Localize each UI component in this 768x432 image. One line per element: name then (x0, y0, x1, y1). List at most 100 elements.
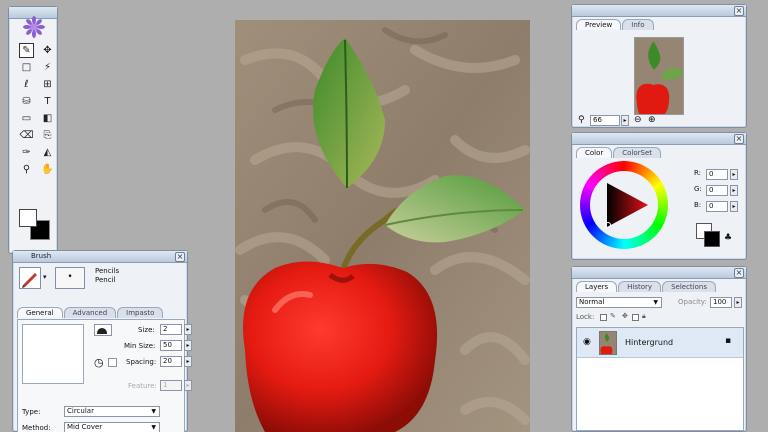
layers-titlebar[interactable]: × (572, 267, 746, 279)
preview-titlebar[interactable]: × (572, 5, 746, 17)
image-canvas[interactable] (235, 20, 530, 432)
blend-mode-value: Normal (579, 298, 605, 306)
lock-row: Lock: ✎ ✥ 🔒︎ (576, 312, 744, 325)
brush-category-dropdown-icon[interactable]: ▾ (43, 273, 47, 281)
zoom-in-icon[interactable]: ⊕ (648, 115, 656, 125)
color-tabs: Color ColorSet (572, 145, 746, 158)
color-swatches (19, 209, 53, 243)
tab-general[interactable]: General (17, 307, 63, 318)
layers-tabs: Layers History Selections (572, 279, 746, 292)
brush-close-icon[interactable]: × (175, 252, 185, 262)
foreground-color-swatch[interactable] (19, 209, 37, 227)
min-size-spin-button[interactable]: ▸ (184, 340, 192, 351)
color-wheel[interactable] (580, 161, 668, 249)
lasso-icon[interactable]: ℓ (19, 77, 34, 92)
layer-thumbnail-image (600, 332, 616, 354)
r-label: R: (694, 169, 702, 177)
brush-thumbnail[interactable] (19, 267, 41, 289)
zoom-out-icon[interactable]: ⊖ (634, 115, 642, 125)
zoom-controls: ⚲ 66 ▸ ⊖ ⊕ (576, 115, 676, 127)
method-select[interactable]: Mid Cover ▼ (64, 422, 160, 432)
layer-controls: Normal ▼ Opacity: 100 ▸ (576, 297, 744, 311)
brush-shape-picker[interactable] (94, 324, 112, 336)
tool-grid: ✎ ✥ □ ⚡ ℓ ⊞ ⛁ T ▭ ◧ ⌫ ⎘ ✑ ◭ ⚲ ✋ (19, 43, 55, 177)
layer-name[interactable]: Hintergrund (625, 338, 673, 347)
tab-color[interactable]: Color (576, 147, 613, 158)
g-spin-button[interactable]: ▸ (730, 185, 738, 196)
color-close-icon[interactable]: × (734, 134, 744, 144)
eyedropper-icon[interactable]: ✑ (19, 145, 34, 160)
layer-row[interactable]: ◉ Hintergrund ▪ (577, 328, 743, 358)
tab-history[interactable]: History (618, 281, 662, 292)
preview-close-icon[interactable]: × (734, 6, 744, 16)
tab-impasto[interactable]: Impasto (117, 307, 164, 318)
feature-input[interactable]: 1 (160, 380, 182, 391)
lock-transparency-checkbox[interactable] (600, 314, 607, 321)
move-icon[interactable]: ✥ (40, 43, 55, 58)
lock-icon[interactable]: 🔒︎ (642, 312, 646, 321)
tab-advanced[interactable]: Advanced (63, 307, 117, 318)
tools-panel: ✎ ✥ □ ⚡ ℓ ⊞ ⛁ T ▭ ◧ ⌫ ⎘ ✑ ◭ ⚲ ✋ (8, 6, 58, 254)
tab-info[interactable]: Info (622, 19, 654, 30)
tab-layers[interactable]: Layers (576, 281, 618, 292)
brush-icon[interactable]: ✎ (19, 43, 34, 58)
color-panel: × Color ColorSet R: 0 ▸ G: 0 ▸ B: 0 ▸ ♣ (571, 132, 747, 260)
rect-select-icon[interactable]: □ (19, 60, 34, 75)
brush-variant-thumbnail[interactable]: • (55, 267, 85, 289)
magic-wand-icon[interactable]: ⚡ (40, 60, 55, 75)
opacity-input[interactable]: 100 (710, 297, 732, 308)
brush-variant-label[interactable]: Pencil (95, 276, 119, 285)
tab-colorset[interactable]: ColorSet (613, 147, 662, 158)
clone-icon[interactable]: ⎘ (40, 128, 55, 143)
rectangle-shape-icon[interactable]: ▭ (19, 111, 34, 126)
b-input[interactable]: 0 (706, 201, 728, 212)
feature-label: Feature: (128, 382, 157, 390)
r-spin-button[interactable]: ▸ (730, 169, 738, 180)
crop-icon[interactable]: ⊞ (40, 77, 55, 92)
feature-spin-button[interactable]: ▸ (184, 380, 192, 391)
gradient-icon[interactable]: ◧ (40, 111, 55, 126)
eye-icon[interactable]: ◉ (583, 337, 591, 347)
min-size-input[interactable]: 50 (160, 340, 182, 351)
color-titlebar[interactable]: × (572, 133, 746, 145)
color-picker-icon[interactable]: ♣ (724, 233, 732, 243)
r-input[interactable]: 0 (706, 169, 728, 180)
zoom-input[interactable]: 66 (590, 115, 620, 126)
fill-icon[interactable]: ◭ (40, 145, 55, 160)
size-spin-button[interactable]: ▸ (184, 324, 192, 335)
spacing-input[interactable]: 20 (160, 356, 182, 367)
size-input[interactable]: 2 (160, 324, 182, 335)
method-label: Method: (22, 424, 51, 432)
tab-preview[interactable]: Preview (576, 19, 622, 30)
lock-brush-icon[interactable]: ✎ (610, 312, 616, 320)
hand-icon[interactable]: ✋ (40, 162, 55, 177)
chevron-down-icon: ▼ (151, 424, 156, 431)
chevron-down-icon: ▼ (151, 408, 156, 415)
timer-icon[interactable]: ◷ (94, 356, 104, 369)
g-input[interactable]: 0 (706, 185, 728, 196)
navigator-thumbnail[interactable] (634, 37, 684, 115)
saturation-triangle[interactable] (580, 161, 668, 249)
method-select-value: Mid Cover (67, 423, 103, 431)
layers-close-icon[interactable]: × (734, 268, 744, 278)
lock-move-icon[interactable]: ✥ (622, 312, 628, 320)
primary-color-chip[interactable] (704, 231, 720, 247)
spacing-toggle-checkbox[interactable] (108, 358, 117, 367)
layer-list: ◉ Hintergrund ▪ (576, 327, 744, 431)
zoom-icon[interactable]: ⚲ (19, 162, 34, 177)
lock-all-checkbox[interactable] (632, 314, 639, 321)
stamp-icon[interactable]: ⛁ (19, 94, 34, 109)
text-icon[interactable]: T (40, 94, 55, 109)
thumbnail-image (635, 38, 683, 114)
spacing-spin-button[interactable]: ▸ (184, 356, 192, 367)
zoom-dropdown-button[interactable]: ▸ (621, 115, 629, 126)
brush-category-label[interactable]: Pencils (95, 267, 119, 276)
b-spin-button[interactable]: ▸ (730, 201, 738, 212)
blend-mode-select[interactable]: Normal ▼ (576, 297, 662, 308)
brush-titlebar[interactable]: Brush × (13, 251, 187, 263)
brush-names: Pencils Pencil (95, 267, 119, 285)
type-select[interactable]: Circular ▼ (64, 406, 160, 417)
opacity-spin-button[interactable]: ▸ (734, 297, 742, 308)
tab-selections[interactable]: Selections (662, 281, 716, 292)
eraser-icon[interactable]: ⌫ (19, 128, 34, 143)
